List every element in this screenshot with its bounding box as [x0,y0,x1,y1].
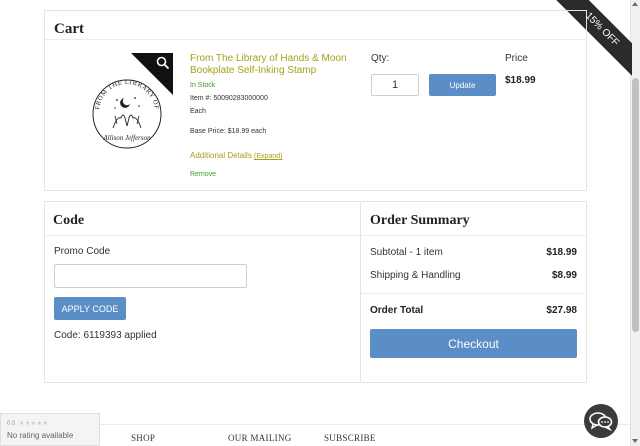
shipping-value: $8.99 [551,270,577,281]
subtotal-label: Subtotal - 1 item [370,247,443,258]
qty-input[interactable] [371,74,419,96]
zoom-button[interactable] [131,53,173,95]
item-number: Item #: 50090283000000 [190,95,268,102]
product-name-link[interactable]: From The Library of Hands & Moon Bookpla… [190,53,360,77]
stock-status: In Stock [190,82,216,89]
code-divider [45,235,360,236]
footer-link-subscribe[interactable]: SUBSCRIBE [324,433,376,443]
shipping-label: Shipping & Handling [370,270,461,281]
scroll-thumb[interactable] [632,78,639,332]
applied-code-text: Code: 6119393 applied [54,330,157,341]
promo-code-input[interactable] [54,264,247,288]
magnifier-icon [156,56,170,72]
price-label: Price [505,53,528,64]
summary-divider-top [361,235,586,236]
checkout-button[interactable]: Checkout [370,329,577,358]
subtotal-value: $18.99 [546,247,577,258]
stamp-name-text: Allison Jefferson [102,134,151,142]
subtotal-row: Subtotal - 1 item $18.99 [370,247,577,258]
scroll-up-arrow-icon[interactable] [632,2,638,6]
qty-label: Qty: [371,53,390,64]
shipping-row: Shipping & Handling $8.99 [370,270,577,281]
rating-stars-icon: ★★★★★ [19,421,49,427]
cart-title: Cart [54,21,84,37]
rating-text: No rating available [7,431,74,440]
additional-details: Additional Details (Expand) [190,151,282,160]
apply-code-button[interactable]: APPLY CODE [54,297,126,320]
remove-link[interactable]: Remove [190,171,216,178]
footer-link-shop[interactable]: SHOP [131,433,155,443]
additional-details-label: Additional Details [190,151,252,160]
base-price: Base Price: $18.99 each [190,128,267,135]
summary-divider-bottom [361,293,586,294]
price-value: $18.99 [505,75,536,86]
unit-label: Each [190,108,206,115]
promo-code-label: Promo Code [54,246,111,257]
column-divider [360,202,361,382]
rating-score: 0.0 [7,421,16,427]
checkout-section: Code Promo Code APPLY CODE Code: 6119393… [44,201,587,383]
expand-link[interactable]: (Expand) [254,153,282,160]
rating-widget[interactable]: 0.0 ★★★★★ No rating available [0,413,100,446]
footer-link-mailing[interactable]: OUR MAILING [228,433,292,443]
order-summary-title: Order Summary [370,213,470,228]
total-row: Order Total $27.98 [370,305,577,316]
chat-button[interactable] [584,404,618,438]
total-value: $27.98 [546,305,577,316]
total-label: Order Total [370,305,424,316]
cart-divider [45,39,586,40]
code-title: Code [53,213,85,228]
chat-icon [589,412,613,431]
update-button[interactable]: Update [429,74,496,96]
cart-section: Cart FROM THE LIBRARY OF Allison Jeffers… [44,10,587,191]
scroll-down-arrow-icon[interactable] [632,439,638,443]
